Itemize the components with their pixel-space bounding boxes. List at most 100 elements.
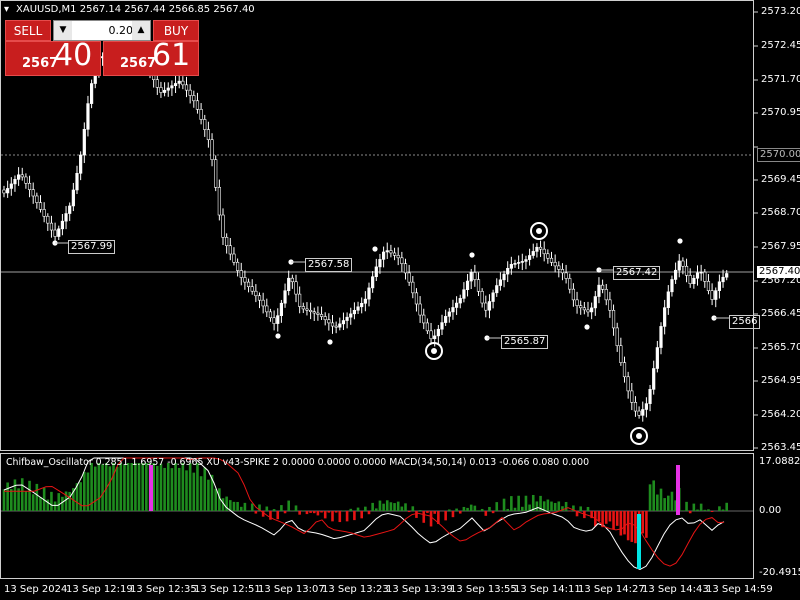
histogram-bar: [50, 491, 53, 511]
candle-body: [422, 314, 426, 324]
histogram-bar: [656, 494, 659, 511]
candle-body: [323, 316, 327, 321]
histogram-bar: [137, 463, 141, 511]
candle-body: [666, 291, 670, 308]
candle-body: [644, 403, 648, 410]
candle-body: [243, 277, 247, 283]
candle-body: [396, 255, 400, 259]
histogram-bar: [345, 511, 349, 522]
histogram-bar: [214, 488, 217, 511]
candle-body: [305, 308, 309, 311]
histogram-bar: [469, 504, 473, 511]
candle-body: [345, 316, 349, 321]
histogram-bar: [119, 463, 123, 511]
candle-body: [546, 253, 550, 259]
histogram-bar: [433, 511, 436, 514]
candle-body: [371, 276, 375, 289]
candle-body: [641, 409, 645, 416]
histogram-bar: [20, 478, 24, 511]
histogram-bar: [645, 511, 648, 538]
candle-body: [425, 322, 430, 332]
candle-body: [487, 301, 492, 311]
histogram-bar: [510, 496, 513, 511]
candle-body: [506, 268, 510, 275]
histogram-bar: [39, 497, 42, 511]
candle-body: [684, 265, 689, 276]
candle-body: [352, 309, 357, 315]
candle-body: [476, 279, 481, 292]
histogram-bar: [185, 470, 188, 511]
histogram-bar: [10, 489, 13, 511]
candle-body: [330, 322, 335, 327]
candle-body: [575, 299, 579, 307]
candle-body: [688, 275, 692, 285]
histogram-bar: [101, 464, 104, 511]
candle-body: [301, 306, 305, 310]
swing-dot: [275, 333, 281, 339]
candle-body: [652, 368, 656, 390]
candle-body: [46, 215, 50, 224]
histogram-bar: [254, 511, 258, 514]
candle-body: [681, 260, 685, 267]
histogram-bar: [648, 484, 652, 511]
candle-body: [163, 89, 167, 93]
candle-body: [199, 109, 203, 120]
candle-body: [473, 272, 477, 280]
candle-body: [236, 261, 240, 271]
candle-body: [188, 89, 192, 96]
lot-size-input[interactable]: [73, 22, 135, 39]
candle-body: [725, 273, 729, 278]
histogram-bar: [163, 467, 166, 511]
histogram-bar: [177, 467, 181, 511]
swing-dot: [469, 252, 475, 258]
sell-button[interactable]: SELL: [5, 20, 51, 41]
histogram-bar: [309, 511, 312, 513]
histogram-bar: [207, 479, 210, 511]
histogram-bar: [385, 500, 389, 511]
candle-body: [159, 87, 163, 93]
candle-body: [356, 306, 360, 311]
candle-body: [225, 237, 229, 247]
candle-body: [451, 307, 455, 313]
swing-dot: [372, 246, 378, 252]
histogram-bar: [305, 511, 309, 515]
sell-price-button[interactable]: 2567 40: [5, 38, 101, 76]
histogram-bar: [141, 463, 144, 511]
chart-canvas[interactable]: [0, 0, 800, 600]
candle-body: [633, 402, 638, 412]
price-level-tag[interactable]: 2570.00: [757, 148, 800, 162]
histogram-bar: [681, 510, 685, 511]
candle-body: [75, 173, 79, 191]
histogram-bar: [444, 511, 447, 521]
candle-body: [308, 310, 313, 312]
histogram-bar: [707, 509, 710, 511]
histogram-bar: [458, 511, 462, 514]
candle-body: [195, 100, 200, 110]
triangle-up-icon[interactable]: ▲: [132, 21, 150, 40]
candle-body: [86, 103, 90, 130]
candle-body: [542, 248, 546, 255]
candle-body: [549, 257, 554, 263]
time-label: 13 Sep 12:19: [66, 584, 133, 595]
histogram-bar: [272, 509, 276, 511]
histogram-bar: [239, 506, 243, 511]
candle-body: [531, 251, 535, 256]
candle-body: [57, 228, 61, 237]
candle-body: [677, 260, 681, 271]
candle-body: [71, 189, 75, 207]
buy-price-button[interactable]: 2567 61: [103, 38, 199, 76]
histogram-bar: [692, 503, 696, 511]
candle-body: [276, 315, 280, 324]
candle-body: [517, 262, 521, 264]
histogram-bar: [112, 463, 115, 511]
histogram-bar: [115, 466, 119, 511]
candle-body: [648, 389, 652, 404]
candle-body: [155, 79, 159, 88]
candle-body: [316, 312, 320, 315]
swing-dot: [431, 348, 437, 354]
candle-body: [509, 264, 513, 269]
histogram-bar: [342, 510, 345, 511]
histogram-bar: [338, 511, 342, 523]
histogram-bar: [156, 465, 159, 511]
candle-body: [538, 246, 543, 250]
